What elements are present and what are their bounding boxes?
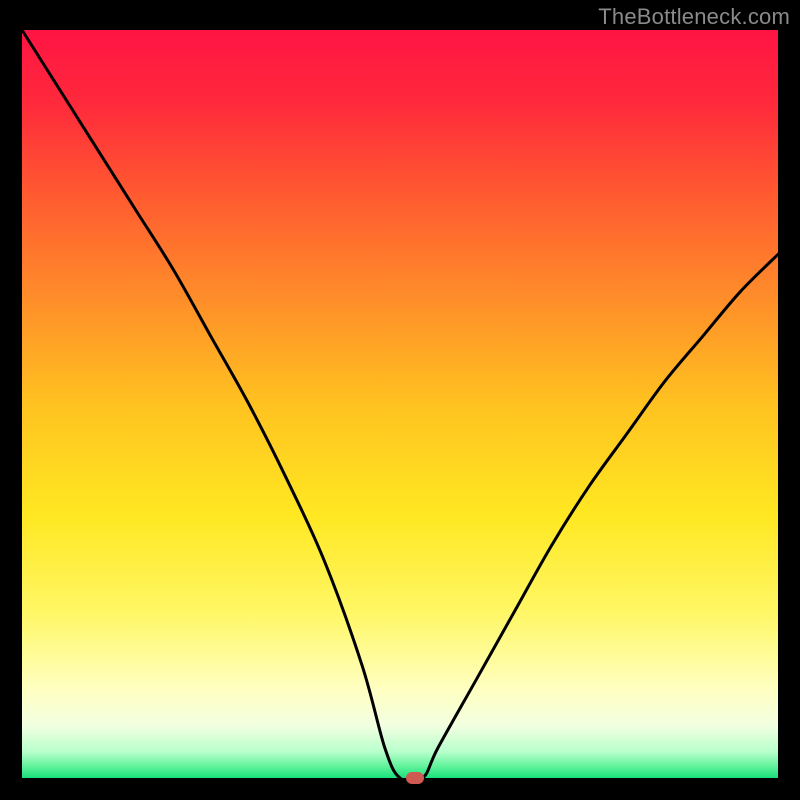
plot-area [22, 30, 778, 778]
watermark-text: TheBottleneck.com [598, 4, 790, 30]
optimal-point-marker [406, 772, 424, 784]
chart-svg [22, 30, 778, 778]
gradient-background [22, 30, 778, 778]
chart-frame: TheBottleneck.com [0, 0, 800, 800]
